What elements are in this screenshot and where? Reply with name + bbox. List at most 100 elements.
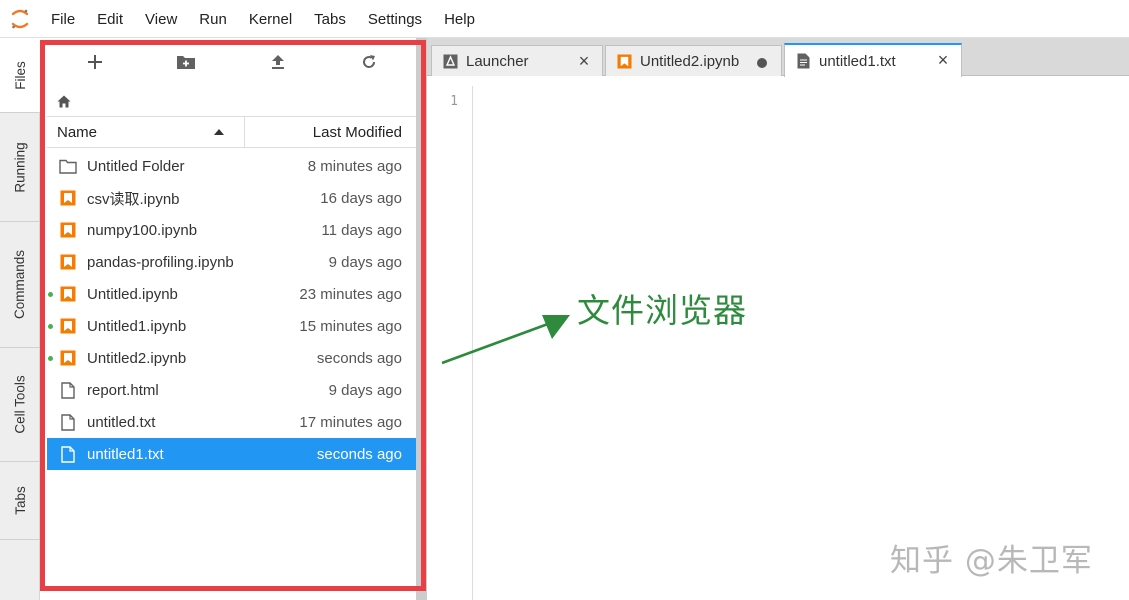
notebook-icon <box>59 349 77 367</box>
close-icon[interactable]: × <box>935 50 951 70</box>
file-row[interactable]: csv读取.ipynb 16 days ago <box>47 182 416 214</box>
file-icon <box>59 413 77 431</box>
tab-untitled2-label: Untitled2.ipynb <box>640 52 740 70</box>
close-icon[interactable]: × <box>576 51 592 71</box>
annotation-arrow <box>441 315 570 365</box>
file-name: numpy100.ipynb <box>87 221 198 239</box>
tab-files-label: Files <box>12 60 28 90</box>
upload-icon <box>271 55 284 69</box>
file-modified: 8 minutes ago <box>307 157 402 175</box>
column-header-name[interactable]: Name <box>47 117 245 147</box>
tab-cell-tools[interactable]: Cell Tools <box>0 348 40 462</box>
new-folder-icon <box>177 56 196 69</box>
line-number: 1 <box>450 94 458 109</box>
file-list-header: Name Last Modified <box>47 116 416 148</box>
file-modified: seconds ago <box>316 445 402 463</box>
file-name: untitled1.txt <box>87 445 164 463</box>
tab-untitled1-txt[interactable]: untitled1.txt × <box>784 43 962 77</box>
menu-kernel[interactable]: Kernel <box>238 0 303 38</box>
file-row[interactable]: Untitled Folder 8 minutes ago <box>47 150 416 182</box>
file-modified: 16 days ago <box>320 189 402 207</box>
panel-resize-handle[interactable] <box>416 38 427 600</box>
file-row[interactable]: Untitled2.ipynb seconds ago <box>47 342 416 374</box>
menu-settings[interactable]: Settings <box>357 0 433 38</box>
tab-cell-tools-label: Cell Tools <box>12 375 28 434</box>
tab-commands-label: Commands <box>12 249 28 320</box>
tab-running-label: Running <box>12 141 28 193</box>
menu-tabs[interactable]: Tabs <box>303 0 357 38</box>
file-row[interactable]: Untitled1.ipynb 15 minutes ago <box>47 310 416 342</box>
notebook-icon <box>59 253 77 271</box>
notebook-icon <box>59 285 77 303</box>
tab-untitled1-txt-label: untitled1.txt <box>819 52 896 70</box>
file-list: Untitled Folder 8 minutes ago csv读取.ipyn… <box>47 150 416 470</box>
file-row-selected[interactable]: untitled1.txt seconds ago <box>47 438 416 470</box>
menu-view[interactable]: View <box>134 0 188 38</box>
refresh-button[interactable] <box>349 46 389 78</box>
menu-run[interactable]: Run <box>188 0 238 38</box>
file-row[interactable]: numpy100.ipynb 11 days ago <box>47 214 416 246</box>
file-modified: 9 days ago <box>328 253 402 271</box>
breadcrumb-home[interactable] <box>57 92 71 110</box>
watermark: 知乎 @朱卫军 <box>890 543 1093 579</box>
column-header-last-modified[interactable]: Last Modified <box>245 117 416 147</box>
launcher-icon <box>442 53 458 69</box>
menu-file[interactable]: File <box>40 0 86 38</box>
file-name: report.html <box>87 381 159 399</box>
tab-untitled2[interactable]: Untitled2.ipynb <box>605 45 782 76</box>
upload-button[interactable] <box>258 46 298 78</box>
tab-tabs[interactable]: Tabs <box>0 462 40 540</box>
file-row[interactable]: report.html 9 days ago <box>47 374 416 406</box>
home-icon <box>57 95 71 107</box>
file-icon <box>59 445 77 463</box>
text-file-icon <box>795 53 811 69</box>
file-row[interactable]: Untitled.ipynb 23 minutes ago <box>47 278 416 310</box>
menu-bar: File Edit View Run Kernel Tabs Settings … <box>0 0 1129 38</box>
file-icon <box>59 381 77 399</box>
file-row[interactable]: pandas-profiling.ipynb 9 days ago <box>47 246 416 278</box>
annotation-label: 文件浏览器 <box>577 291 747 330</box>
running-indicator <box>48 356 53 361</box>
jupyter-logo-icon <box>0 0 40 38</box>
file-modified: seconds ago <box>316 349 402 367</box>
tab-launcher-label: Launcher <box>466 52 529 70</box>
unsaved-changes-indicator[interactable] <box>757 58 767 68</box>
new-launcher-button[interactable] <box>75 46 115 78</box>
document-tab-bar: Launcher × Untitled2.ipynb untitled1.txt… <box>427 38 1129 77</box>
file-name: Untitled.ipynb <box>87 285 178 303</box>
file-name: untitled.txt <box>87 413 156 431</box>
tab-launcher[interactable]: Launcher × <box>431 45 603 76</box>
running-indicator <box>48 324 53 329</box>
file-name: Untitled Folder <box>87 157 185 175</box>
file-modified: 17 minutes ago <box>299 413 402 431</box>
file-name: Untitled1.ipynb <box>87 317 187 335</box>
running-indicator <box>48 292 53 297</box>
notebook-icon <box>59 221 77 239</box>
file-browser: Name Last Modified Untitled Folder 8 min… <box>41 38 427 600</box>
refresh-icon <box>363 55 376 68</box>
folder-icon <box>59 157 77 175</box>
file-modified: 15 minutes ago <box>299 317 402 335</box>
menu-edit[interactable]: Edit <box>86 0 134 38</box>
tab-commands[interactable]: Commands <box>0 222 40 348</box>
file-modified: 11 days ago <box>321 221 402 239</box>
notebook-icon <box>59 189 77 207</box>
file-name: csv读取.ipynb <box>87 190 180 208</box>
menu-help[interactable]: Help <box>433 0 486 38</box>
file-row[interactable]: untitled.txt 17 minutes ago <box>47 406 416 438</box>
new-folder-button[interactable] <box>166 46 206 78</box>
tab-tabs-label: Tabs <box>12 486 28 515</box>
notebook-icon <box>616 53 632 69</box>
notebook-icon <box>59 317 77 335</box>
column-header-name-label: Name <box>57 124 98 141</box>
file-browser-toolbar <box>49 44 415 80</box>
tab-files[interactable]: Files <box>0 38 41 113</box>
sort-ascending-icon <box>214 129 224 135</box>
file-name: pandas-profiling.ipynb <box>87 253 234 271</box>
file-modified: 23 minutes ago <box>299 285 402 303</box>
plus-icon <box>87 55 102 69</box>
left-sidebar-tabs: Files Running Commands Cell Tools Tabs <box>0 38 41 600</box>
file-name: Untitled2.ipynb <box>87 349 187 367</box>
tab-running[interactable]: Running <box>0 113 40 222</box>
file-modified: 9 days ago <box>328 381 402 399</box>
